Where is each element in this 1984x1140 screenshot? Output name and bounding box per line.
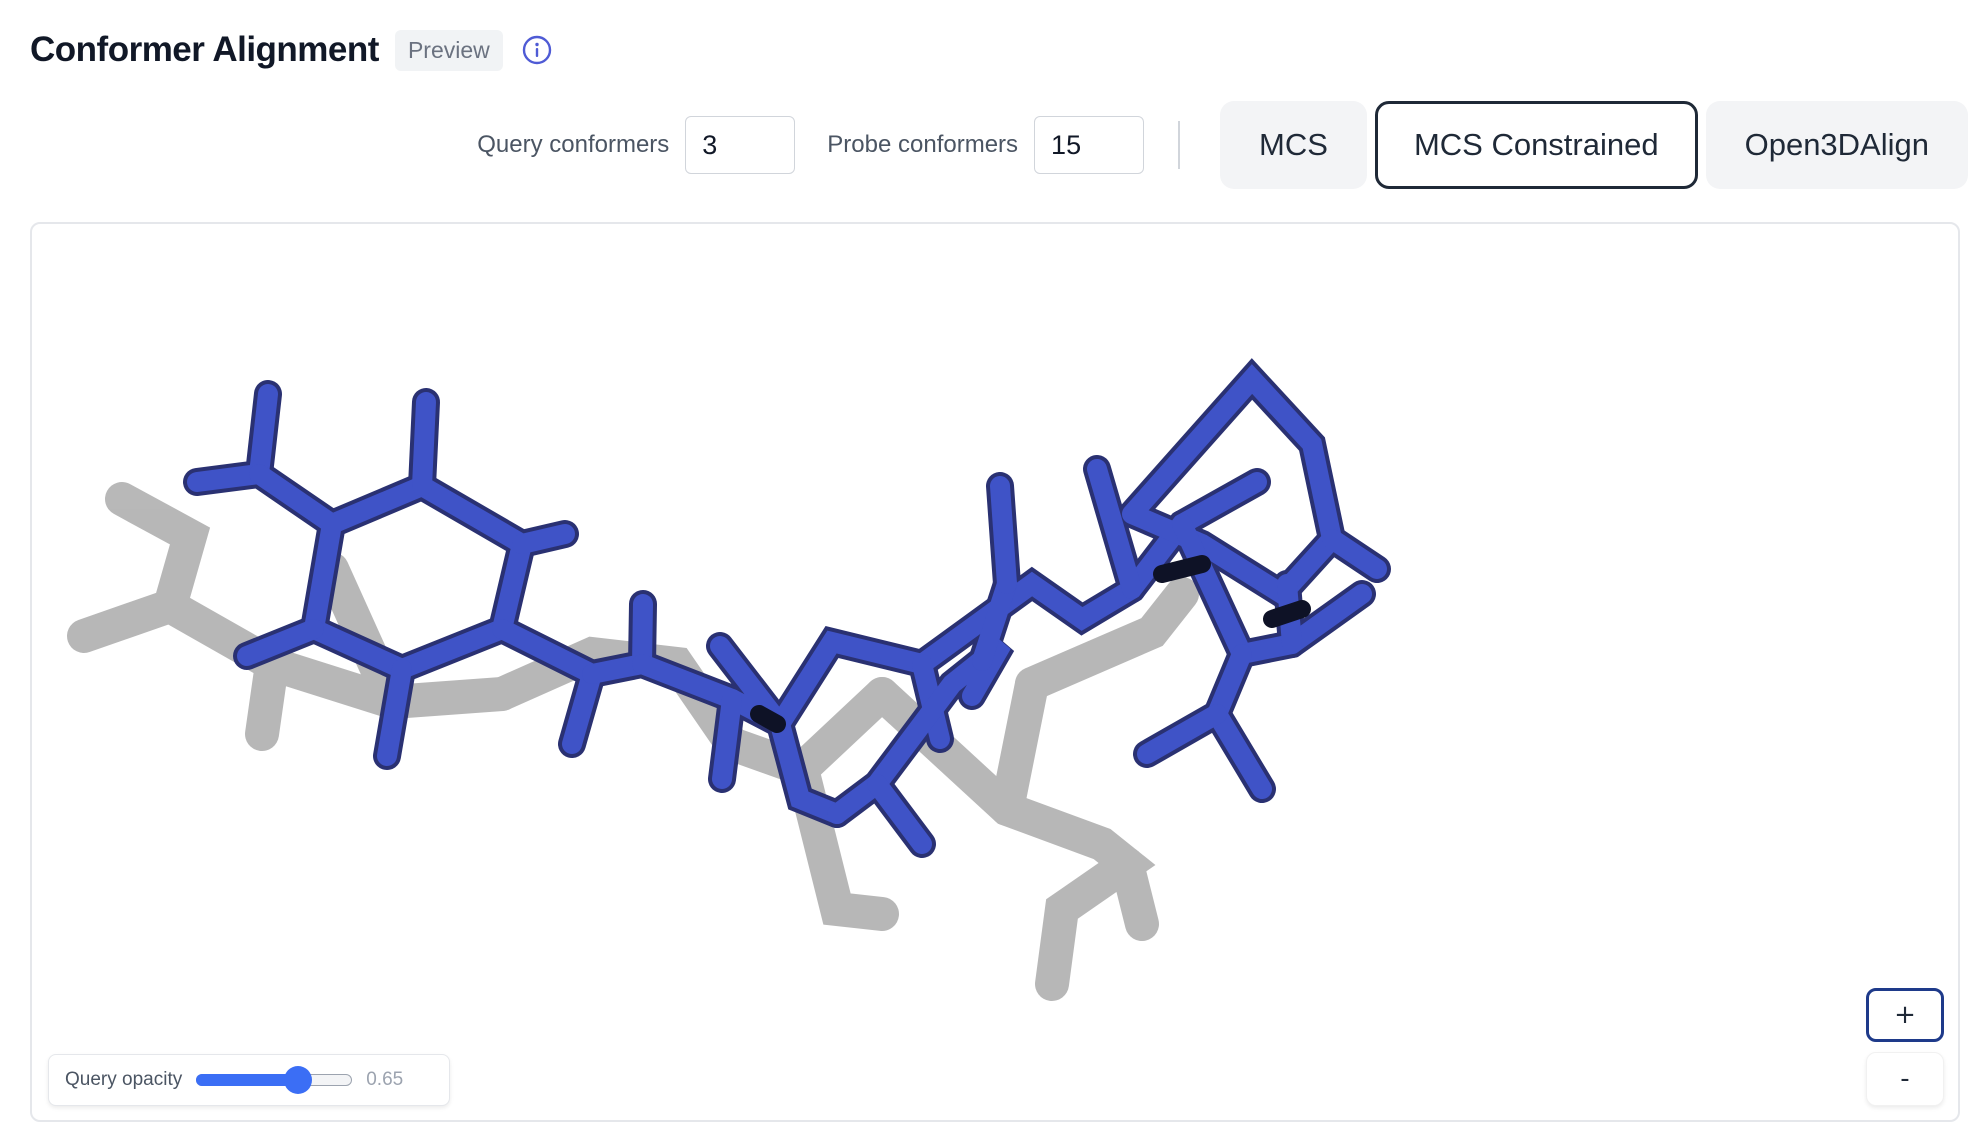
query-conformers-label: Query conformers xyxy=(477,131,670,158)
probe-conformers-label: Probe conformers xyxy=(827,131,1019,158)
info-icon[interactable] xyxy=(521,34,553,66)
preview-badge: Preview xyxy=(394,29,503,71)
zoom-out-button[interactable]: - xyxy=(1866,1052,1944,1106)
controls-divider xyxy=(1178,121,1181,169)
probe-conformers-input[interactable] xyxy=(1034,116,1145,174)
opacity-control: Query opacity 0.65 xyxy=(48,1054,450,1106)
mode-mcs-button[interactable]: MCS xyxy=(1220,101,1367,189)
opacity-slider-fill xyxy=(196,1074,298,1086)
zoom-in-button[interactable]: + xyxy=(1866,988,1944,1042)
opacity-label: Query opacity xyxy=(65,1069,183,1090)
molecule-viewer[interactable]: Query opacity 0.65 + - xyxy=(30,222,1960,1122)
mode-mcs-constrained-button[interactable]: MCS Constrained xyxy=(1374,101,1698,189)
mode-open3dalign-button[interactable]: Open3DAlign xyxy=(1705,101,1968,189)
alignment-controls: Query conformers Probe conformers MCS MC… xyxy=(477,100,1968,190)
opacity-slider[interactable] xyxy=(196,1066,353,1094)
page-title: Conformer Alignment xyxy=(30,30,379,69)
query-conformers-input[interactable] xyxy=(685,116,796,174)
opacity-slider-thumb[interactable] xyxy=(283,1066,312,1094)
opacity-value: 0.65 xyxy=(366,1069,404,1090)
probe-molecule xyxy=(183,358,1391,858)
molecule-canvas[interactable] xyxy=(32,224,1960,1122)
header: Conformer Alignment Preview xyxy=(30,26,553,74)
